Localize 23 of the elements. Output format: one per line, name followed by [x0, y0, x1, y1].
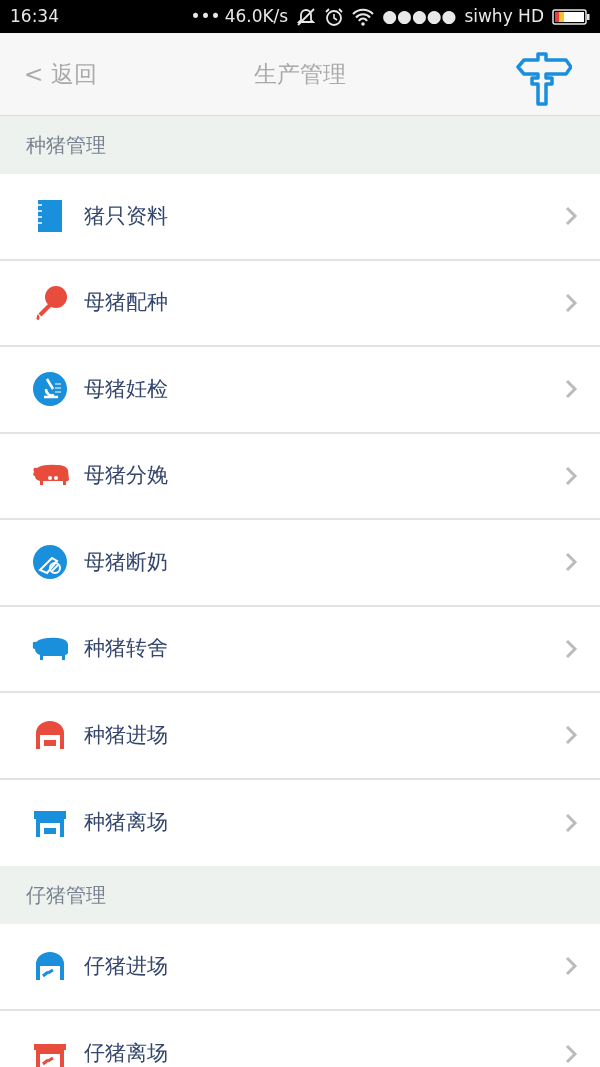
chevron-icon: [564, 638, 578, 659]
chevron-icon: [564, 206, 578, 227]
chevron-icon: [564, 956, 578, 977]
carrier-name: siwhy HD: [464, 4, 544, 28]
page-title: 生产管理: [254, 59, 346, 89]
wifi-icon: [352, 7, 375, 26]
chevron-icon: [564, 725, 578, 746]
chevron-icon: [564, 812, 578, 833]
network-speed: 46.0K/s: [224, 4, 289, 28]
signpost-icon[interactable]: [516, 51, 572, 107]
signal-strength: ●●●●●: [382, 4, 457, 28]
clock-time: 16:34: [10, 4, 59, 28]
chevron-icon: [564, 292, 578, 313]
chevron-icon: [564, 552, 578, 573]
chevron-icon: [564, 1043, 578, 1064]
more-dots: •••: [190, 4, 221, 28]
alarm-icon: [324, 6, 345, 27]
bell-off-icon: [296, 6, 317, 27]
battery-icon: [552, 8, 590, 25]
section-header: 种猪管理: [0, 116, 600, 174]
chevron-icon: [564, 465, 578, 486]
chevron-icon: [564, 379, 578, 400]
section-header: 仔猪管理: [0, 866, 600, 924]
